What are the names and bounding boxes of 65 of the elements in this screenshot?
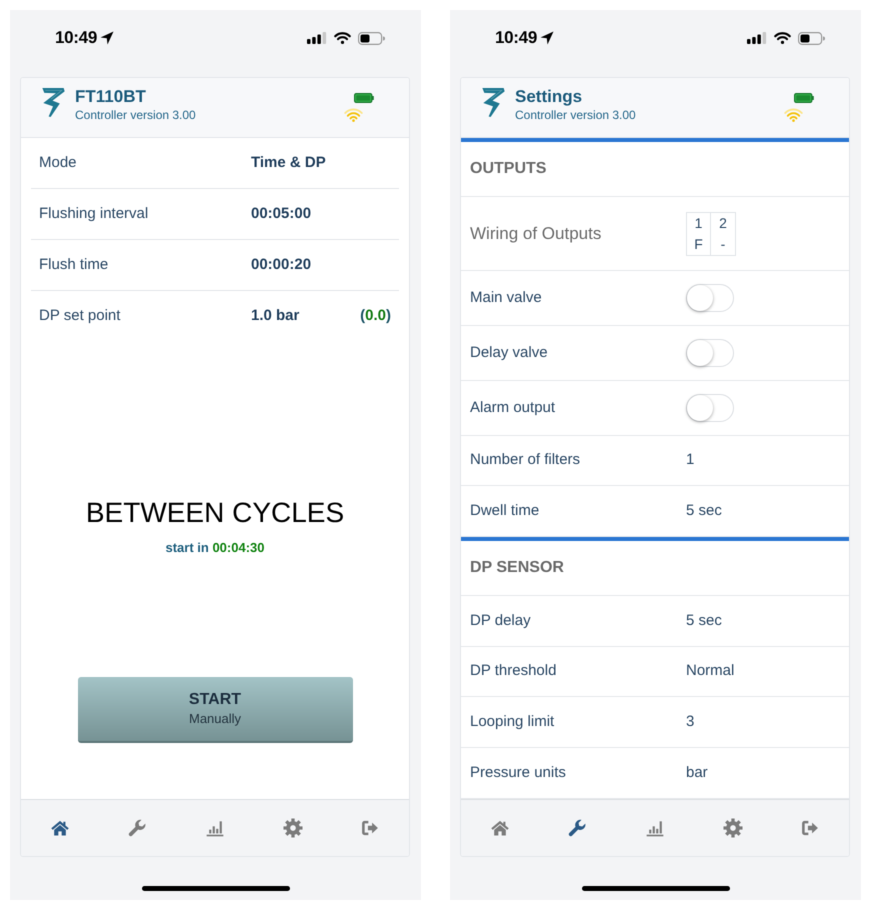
app-subtitle: Controller version 3.00 bbox=[515, 107, 636, 123]
row-value: Time & DP bbox=[251, 152, 327, 173]
location-arrow-icon bbox=[100, 31, 114, 45]
row-label: Main valve bbox=[470, 288, 543, 308]
section-title: OUTPUTS bbox=[470, 158, 546, 179]
sign-out-icon[interactable] bbox=[360, 818, 380, 838]
status-title: BETWEEN CYCLES bbox=[84, 496, 346, 530]
row-label: Wiring of Outputs bbox=[470, 222, 602, 245]
row-value: 00:00:20 bbox=[251, 254, 312, 275]
row-value: 5 sec bbox=[686, 501, 723, 522]
row-label: Flushing interval bbox=[39, 204, 150, 224]
wifi-icon bbox=[774, 32, 791, 44]
settings-icon[interactable] bbox=[722, 818, 743, 838]
row-value: 3 bbox=[686, 712, 696, 732]
settings-icon[interactable] bbox=[282, 818, 303, 838]
app-title: FT110BT bbox=[75, 87, 147, 107]
row-label: DP threshold bbox=[470, 661, 558, 682]
location-arrow-icon bbox=[540, 31, 554, 45]
signal-icon bbox=[307, 32, 327, 44]
table-cell-text: - bbox=[720, 234, 726, 254]
row-value: 00:05:00 bbox=[251, 204, 312, 224]
table-cell: F bbox=[687, 234, 711, 255]
row-value: 1 bbox=[686, 450, 696, 470]
table-cell-text: 2 bbox=[718, 214, 728, 233]
sign-out-icon[interactable] bbox=[800, 818, 820, 838]
battery-icon bbox=[358, 32, 385, 44]
row-value: Normal bbox=[686, 661, 736, 682]
row-label: Delay valve bbox=[470, 342, 549, 363]
wifi-icon bbox=[784, 108, 803, 122]
row-label: Looping limit bbox=[470, 712, 556, 732]
toggle-switch[interactable] bbox=[686, 284, 734, 312]
home-icon[interactable] bbox=[50, 818, 70, 838]
countdown-text: start in 00:04:30 bbox=[164, 539, 266, 557]
logo-icon bbox=[41, 87, 66, 118]
status-time: 10:49 bbox=[55, 27, 97, 50]
home-icon[interactable] bbox=[490, 818, 510, 838]
app-title: Settings bbox=[515, 87, 584, 107]
row-label: Mode bbox=[39, 152, 78, 173]
battery-icon bbox=[794, 93, 814, 103]
row-label: Number of filters bbox=[470, 450, 582, 470]
row-value: bar bbox=[686, 762, 709, 783]
toggle-switch[interactable] bbox=[686, 339, 734, 368]
row-label: Alarm output bbox=[470, 398, 556, 418]
wifi-icon bbox=[344, 108, 363, 122]
app-subtitle: Controller version 3.00 bbox=[75, 107, 196, 123]
row-label: DP delay bbox=[470, 610, 532, 631]
battery-icon bbox=[798, 32, 825, 44]
toggle-switch[interactable] bbox=[686, 394, 734, 422]
start-button[interactable]: START Manually bbox=[78, 677, 352, 743]
row-label: Flush time bbox=[39, 254, 110, 275]
wrench-icon[interactable] bbox=[567, 818, 588, 838]
wifi-icon bbox=[334, 32, 351, 44]
reading-value: (0.0) bbox=[360, 306, 391, 326]
battery-icon bbox=[354, 93, 374, 103]
table-cell: 1 bbox=[687, 212, 711, 234]
row-label: DP set point bbox=[39, 306, 122, 326]
signal-icon bbox=[747, 32, 767, 44]
row-label: Dwell time bbox=[470, 501, 540, 522]
wrench-icon[interactable] bbox=[127, 818, 148, 838]
row-value: 1.0 bar bbox=[251, 306, 300, 326]
row-label: Pressure units bbox=[470, 762, 567, 783]
logo-icon bbox=[481, 87, 506, 118]
section-title: DP SENSOR bbox=[470, 558, 564, 578]
status-time: 10:49 bbox=[495, 27, 537, 50]
row-value: 5 sec bbox=[686, 610, 723, 631]
